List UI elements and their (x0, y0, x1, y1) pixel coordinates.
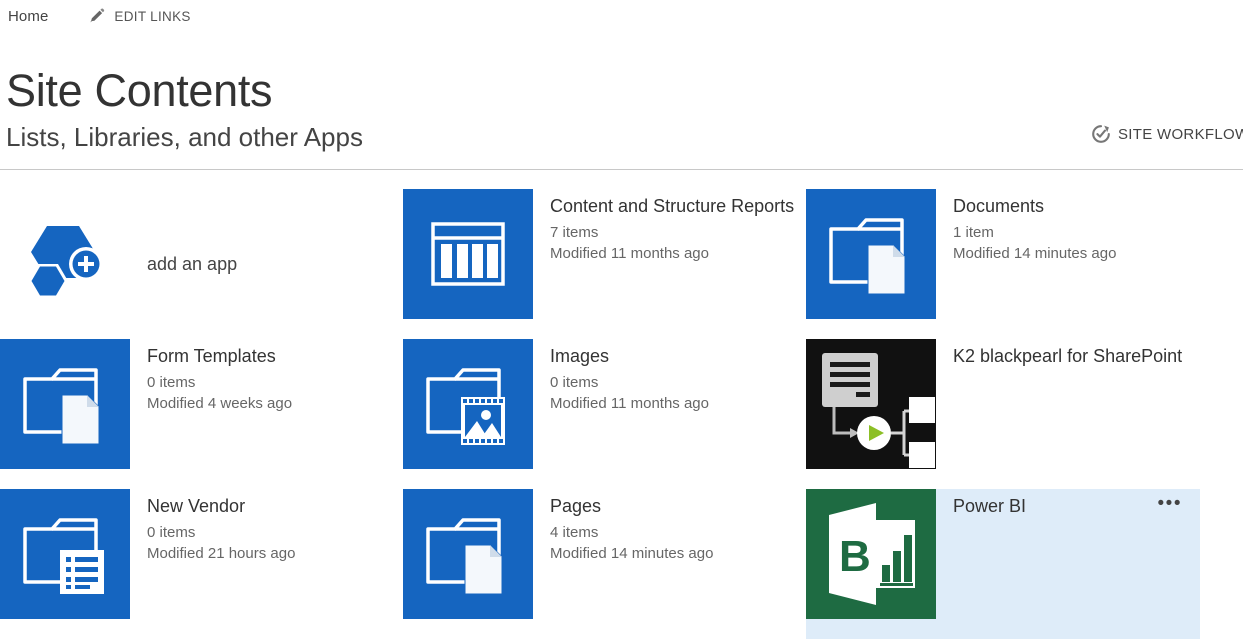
tile-title: New Vendor (147, 495, 403, 518)
apps-grid: add an app Content and Structure Reports… (0, 189, 1243, 639)
document-library-icon (0, 339, 130, 469)
tile-modified: Modified 14 minutes ago (953, 243, 1209, 264)
tile-modified: Modified 21 hours ago (147, 543, 403, 564)
tile-title: Form Templates (147, 345, 403, 368)
tile-body: Images 0 items Modified 11 months ago (533, 339, 806, 414)
tile-title: Content and Structure Reports (550, 195, 806, 218)
tile-body: Form Templates 0 items Modified 4 weeks … (130, 339, 403, 414)
app-tile-form-templates[interactable]: Form Templates 0 items Modified 4 weeks … (0, 339, 403, 489)
app-tile-images[interactable]: Images 0 items Modified 11 months ago (403, 339, 806, 489)
tile-modified: Modified 14 minutes ago (550, 543, 806, 564)
app-tile-content-and-structure-reports[interactable]: Content and Structure Reports 7 items Mo… (403, 189, 806, 339)
tile-item-count: 4 items (550, 522, 806, 543)
svg-text:B: B (839, 532, 871, 581)
site-workflows-label: SITE WORKFLOWS (1118, 126, 1243, 143)
tile-title: Pages (550, 495, 806, 518)
tile-body: K2 blackpearl for SharePoint (936, 339, 1209, 372)
document-library-icon (806, 189, 936, 319)
grid-row: New Vendor 0 items Modified 21 hours ago… (0, 489, 1243, 639)
tile-item-count: 0 items (147, 372, 403, 393)
tile-body: Power BI ••• (936, 489, 1200, 522)
site-workflows-button[interactable]: SITE WORKFLOWS (1091, 124, 1243, 144)
workflow-check-icon (1091, 124, 1111, 144)
tile-body: Content and Structure Reports 7 items Mo… (533, 189, 806, 264)
section-title: Lists, Libraries, and other Apps (6, 118, 363, 156)
list-form-icon (0, 489, 130, 619)
app-tile-power-bi[interactable]: B Power BI ••• (806, 489, 1200, 639)
app-tile-new-vendor[interactable]: New Vendor 0 items Modified 21 hours ago (0, 489, 403, 639)
app-tile-k2-blackpearl-for-sharepoint[interactable]: K2 blackpearl for SharePoint (806, 339, 1209, 489)
tile-overflow-menu-button[interactable]: ••• (1158, 497, 1182, 511)
tile-item-count: 1 item (953, 222, 1209, 243)
edit-links-label: EDIT LINKS (114, 9, 190, 24)
tile-title: Documents (953, 195, 1209, 218)
grid-row: Form Templates 0 items Modified 4 weeks … (0, 339, 1243, 489)
tile-body: New Vendor 0 items Modified 21 hours ago (130, 489, 403, 564)
edit-links-button[interactable]: EDIT LINKS (88, 8, 190, 24)
power-bi-icon: B (806, 489, 936, 619)
app-tile-pages[interactable]: Pages 4 items Modified 14 minutes ago (403, 489, 806, 639)
page-title: Site Contents (6, 63, 272, 119)
top-navigation-bar: Home EDIT LINKS (0, 0, 1243, 32)
tile-modified: Modified 11 months ago (550, 243, 806, 264)
tile-item-count: 0 items (550, 372, 806, 393)
breadcrumb-home-link[interactable]: Home (8, 8, 48, 25)
tile-modified: Modified 4 weeks ago (147, 393, 403, 414)
grid-row: add an app Content and Structure Reports… (0, 189, 1243, 339)
tile-item-count: 0 items (147, 522, 403, 543)
section-divider (0, 169, 1243, 170)
tile-body: Pages 4 items Modified 14 minutes ago (533, 489, 806, 564)
tile-title: K2 blackpearl for SharePoint (953, 345, 1209, 368)
k2-workflow-icon (806, 339, 936, 469)
tile-body: Documents 1 item Modified 14 minutes ago (936, 189, 1209, 264)
pencil-icon (88, 8, 106, 24)
tile-item-count: 7 items (550, 222, 806, 243)
add-an-app-tile[interactable]: add an app (0, 189, 403, 339)
tile-title: Images (550, 345, 806, 368)
picture-library-icon (403, 339, 533, 469)
app-tile-documents[interactable]: Documents 1 item Modified 14 minutes ago (806, 189, 1209, 339)
tile-modified: Modified 11 months ago (550, 393, 806, 414)
section-header: Lists, Libraries, and other Apps SITE WO… (0, 118, 1243, 172)
add-an-app-label: add an app (130, 254, 237, 275)
list-table-icon (403, 189, 533, 319)
add-app-hexagons-icon (0, 199, 130, 329)
document-library-icon (403, 489, 533, 619)
